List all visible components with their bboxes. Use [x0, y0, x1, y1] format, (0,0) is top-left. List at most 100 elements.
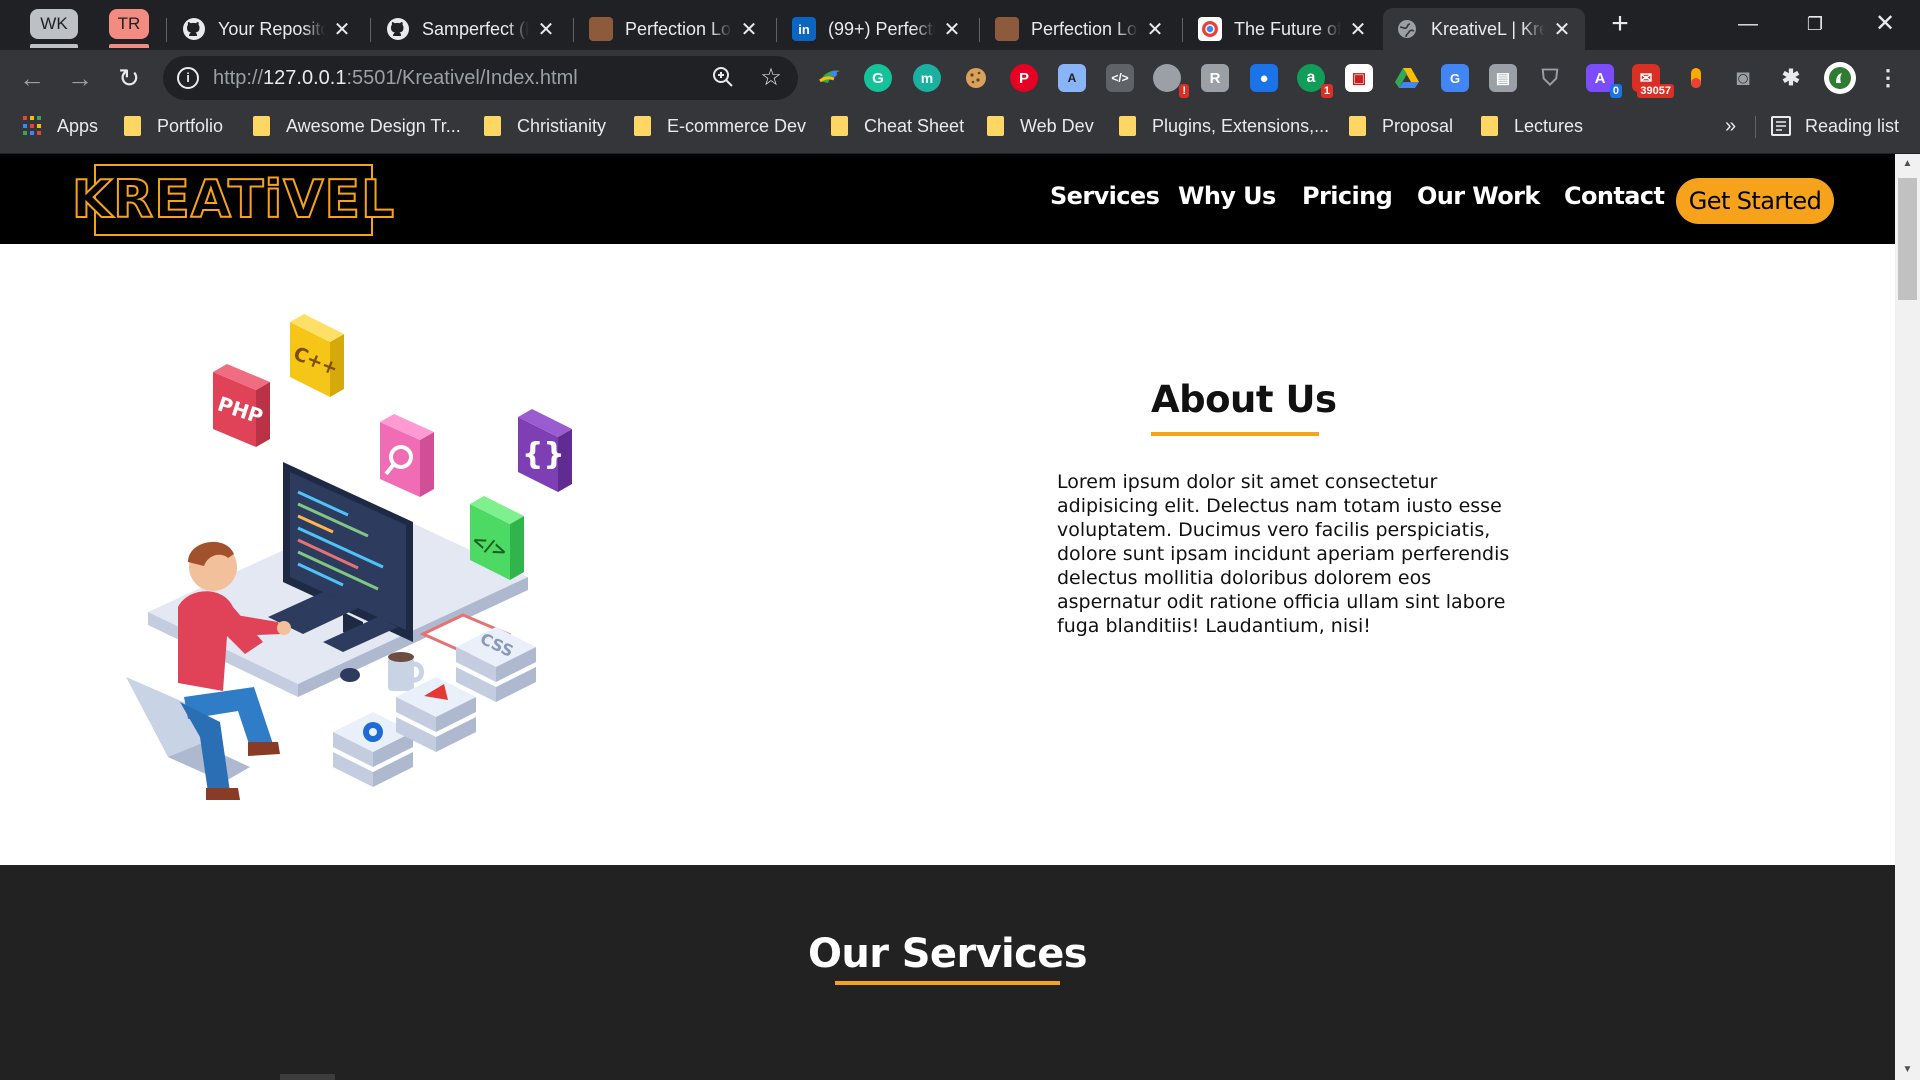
shield-icon[interactable]: ⛉: [1536, 64, 1564, 92]
close-icon[interactable]: ✕: [738, 17, 760, 42]
code-extension-icon[interactable]: </>: [1106, 64, 1134, 92]
tab-7-active[interactable]: KreativeL | Kreativel ✕: [1383, 8, 1585, 50]
bookmark-folder-cheat-sheet[interactable]: Cheat Sheet: [831, 106, 964, 146]
badge: 39057: [1637, 84, 1674, 98]
bookmark-label: Awesome Design Tr...: [286, 115, 461, 136]
globe-icon: [1395, 17, 1419, 41]
bookmark-folder-christianity[interactable]: Christianity: [484, 106, 606, 146]
bookmarks-overflow-button[interactable]: »: [1725, 106, 1736, 146]
notification-extension-icon[interactable]: !: [1153, 64, 1189, 98]
a-extension-icon[interactable]: a 1: [1297, 64, 1333, 98]
nav-link-our-work[interactable]: Our Work: [1417, 182, 1540, 210]
close-icon[interactable]: ✕: [1347, 17, 1369, 42]
nav-link-why-us[interactable]: Why Us: [1178, 182, 1276, 210]
colorful-extension-icon[interactable]: [816, 64, 844, 92]
folder-icon: [1119, 116, 1136, 136]
gmail-extension-icon[interactable]: ✉ 39057: [1632, 64, 1674, 98]
reading-list-button[interactable]: Reading list: [1771, 106, 1899, 146]
profile-photo-icon: [995, 17, 1019, 41]
capsule-extension-icon[interactable]: [1682, 64, 1710, 92]
bookmark-folder-ecommerce[interactable]: E-commerce Dev: [634, 106, 806, 146]
close-icon[interactable]: ✕: [1551, 17, 1573, 42]
forward-button[interactable]: →: [61, 59, 99, 97]
developer-illustration: PHP C++ {} </> CSS: [118, 312, 658, 852]
bookmark-folder-proposal[interactable]: Proposal: [1349, 106, 1453, 146]
zoom-icon[interactable]: [710, 65, 736, 91]
tab-title: Perfection Lovelace: [1031, 18, 1138, 39]
site-logo[interactable]: KREATiVEL: [71, 164, 395, 236]
new-tab-button[interactable]: +: [1603, 8, 1637, 42]
tab-title: (99+) Perfection: [828, 18, 935, 39]
minimize-button[interactable]: —: [1718, 4, 1778, 44]
url-text[interactable]: http://127.0.0.1:5501/Kreativel/Index.ht…: [213, 56, 578, 100]
shield-red-extension-icon[interactable]: ▣: [1345, 64, 1373, 92]
nav-link-services[interactable]: Services: [1050, 182, 1160, 210]
grammarly-icon[interactable]: G: [864, 64, 892, 92]
bookmarks-bar: Apps Portfolio Awesome Design Tr... Chri…: [0, 106, 1920, 154]
scroll-down-arrow-icon[interactable]: ▼: [1895, 1060, 1920, 1080]
about-heading: About Us: [1151, 378, 1337, 421]
page-scrollbar[interactable]: ▲ ▼: [1895, 154, 1920, 1080]
profile-photo-icon: [589, 17, 613, 41]
bookmark-folder-awesome-design[interactable]: Awesome Design Tr...: [253, 106, 461, 146]
get-started-button[interactable]: Get Started: [1676, 178, 1834, 224]
dark-mode-extension-icon[interactable]: A 0: [1586, 64, 1622, 98]
services-section: Our Services: [0, 865, 1895, 1080]
tab-1[interactable]: Your Repositories ✕: [170, 8, 365, 50]
bookmark-folder-portfolio[interactable]: Portfolio: [124, 106, 223, 146]
chrome-style-icon: [1198, 17, 1222, 41]
bookmark-folder-lectures[interactable]: Lectures: [1481, 106, 1583, 146]
window-extension-icon[interactable]: ▤: [1489, 64, 1517, 92]
close-window-button[interactable]: ✕: [1855, 4, 1915, 44]
folder-icon: [831, 116, 848, 136]
bookmark-folder-web-dev[interactable]: Web Dev: [987, 106, 1094, 146]
github-icon: [386, 17, 410, 41]
nav-link-pricing[interactable]: Pricing: [1302, 182, 1393, 210]
nav-link-contact[interactable]: Contact: [1564, 182, 1665, 210]
camera-icon[interactable]: ◙: [1729, 64, 1757, 92]
bookmark-label: Portfolio: [157, 115, 224, 136]
back-button[interactable]: ←: [13, 59, 51, 97]
pinterest-icon[interactable]: P: [1010, 64, 1038, 92]
close-icon[interactable]: ✕: [1144, 17, 1166, 42]
puzzle-extension-icon[interactable]: R: [1201, 64, 1229, 92]
tab-6[interactable]: The Future of ✕: [1186, 8, 1381, 50]
extensions-puzzle-icon[interactable]: ✱: [1777, 64, 1805, 92]
bookmark-star-icon[interactable]: ☆: [758, 65, 784, 91]
scroll-up-arrow-icon[interactable]: ▲: [1895, 154, 1920, 174]
linkedin-icon: in: [792, 17, 816, 41]
google-translate-icon[interactable]: G: [1441, 64, 1469, 92]
bookmark-folder-plugins[interactable]: Plugins, Extensions,...: [1119, 106, 1329, 146]
bookmark-label: Christianity: [517, 115, 607, 136]
tab-group-label: WK: [40, 14, 68, 33]
reload-button[interactable]: ↻: [110, 59, 148, 97]
bookmark-label: Lectures: [1514, 115, 1584, 136]
tab-4[interactable]: in (99+) Perfection ✕: [780, 8, 975, 50]
close-icon[interactable]: ✕: [941, 17, 963, 42]
bookmark-label: Apps: [57, 115, 99, 136]
folder-icon: [484, 116, 501, 136]
profile-avatar[interactable]: [1824, 62, 1856, 94]
tab-5[interactable]: Perfection Lovelace ✕: [983, 8, 1178, 50]
close-icon[interactable]: ✕: [535, 17, 557, 42]
font-extension-icon[interactable]: A: [1058, 64, 1086, 92]
site-info-icon[interactable]: i: [177, 67, 199, 89]
tab-group-wk[interactable]: WK: [30, 9, 78, 48]
folder-icon: [124, 116, 141, 136]
folder-icon: [253, 116, 270, 136]
m-extension-icon[interactable]: m: [913, 64, 941, 92]
restore-button[interactable]: ❐: [1785, 4, 1845, 44]
scrollbar-thumb[interactable]: [1898, 178, 1917, 300]
logo-text: KREATiVEL: [71, 169, 396, 231]
tab-2[interactable]: Samperfect (Perfection) ✕: [374, 8, 569, 50]
address-bar[interactable]: i http://127.0.0.1:5501/Kreativel/Index.…: [163, 56, 798, 100]
close-icon[interactable]: ✕: [331, 17, 353, 42]
reading-list-icon: [1771, 116, 1791, 136]
tab-group-tr[interactable]: TR: [109, 9, 149, 48]
bookmark-apps[interactable]: Apps: [23, 106, 98, 146]
google-drive-icon[interactable]: [1393, 64, 1421, 92]
cookie-icon[interactable]: [962, 64, 990, 92]
tab-3[interactable]: Perfection Lovelace ✕: [577, 8, 772, 50]
menu-kebab-icon[interactable]: ⋮: [1874, 64, 1902, 92]
map-pin-extension-icon[interactable]: ●: [1250, 64, 1278, 92]
